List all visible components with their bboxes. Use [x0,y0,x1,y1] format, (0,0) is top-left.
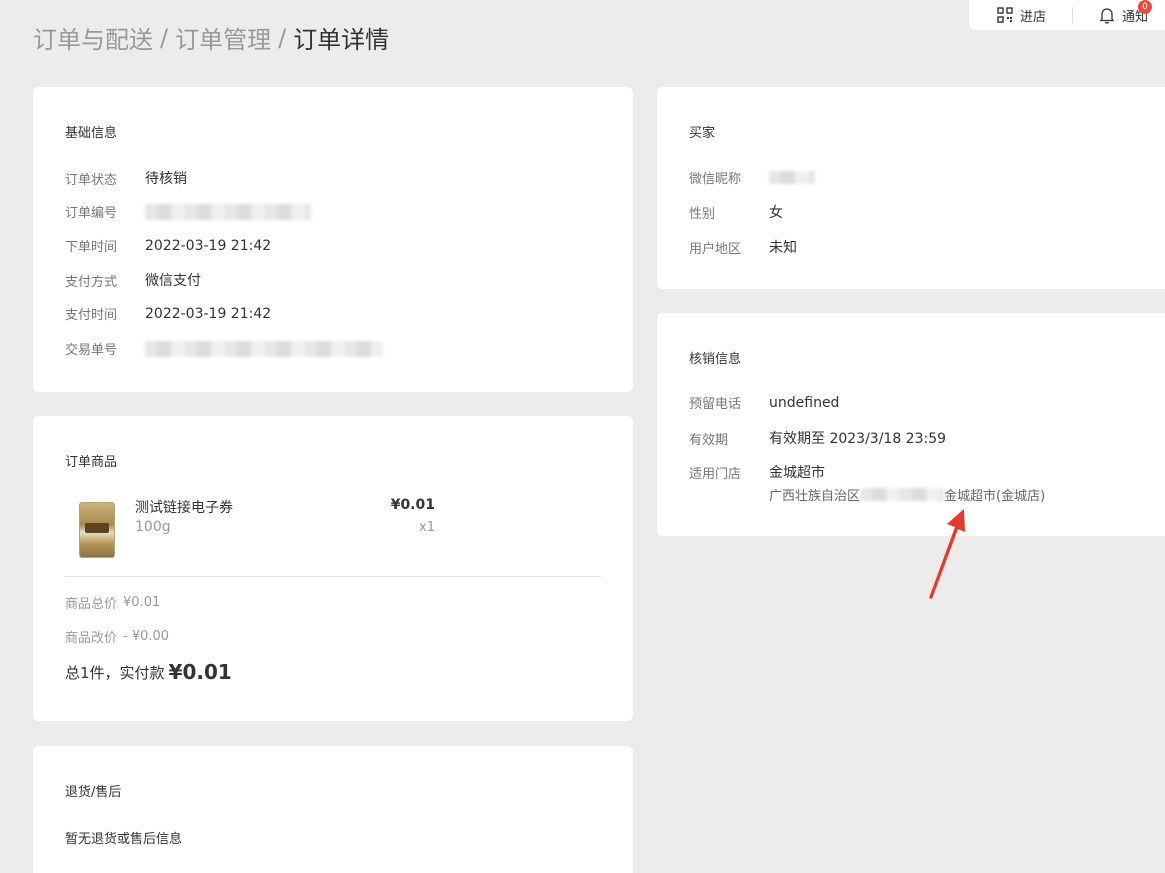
breadcrumb-separator: / [160,23,169,52]
subtotal-value: ¥0.01 [123,595,161,610]
product-quantity: x1 [419,520,435,535]
payment-method-value: 微信支付 [145,273,201,289]
applicable-store-name: 金城超市 [769,465,825,481]
store-address-row: 广西壮族自治区 金城超市(金城店) [769,485,1045,504]
notify-badge: 0 [1138,0,1153,14]
product-spec: 100g [135,519,171,535]
qrcode-icon [997,7,1013,23]
order-number-row: 订单编号 [65,202,311,221]
transaction-number-row: 交易单号 [65,339,383,358]
payment-method-label: 支付方式 [65,274,118,290]
order-goods-card: 订单商品 测试链接电子券 100g ¥0.01 x1 商品总价 ¥0.01 商品… [33,416,633,721]
wechat-nickname-label: 微信昵称 [689,172,742,187]
user-region-row: 用户地区 未知 [689,237,797,257]
product-thumbnail[interactable] [79,502,115,558]
expiry-label: 有效期 [689,432,729,448]
buyer-title: 买家 [689,126,716,141]
price-adjust-value: - ¥0.00 [123,629,170,644]
notify-button[interactable]: 通知 0 [1099,0,1153,25]
order-number-redacted [145,203,311,220]
after-sale-title: 退货/售后 [65,785,122,800]
total-paid-row: 总1件，实付款 ¥0.01 [65,660,232,684]
store-address-suffix: 金城超市(金城店) [944,489,1046,504]
user-region-label: 用户地区 [689,241,742,257]
expiry-row: 有效期 有效期至 2023/3/18 23:59 [689,428,946,448]
reserved-phone-value: undefined [769,394,840,411]
gender-label: 性别 [689,206,716,222]
price-adjust-label: 商品改价 [65,631,118,646]
after-sale-empty: 暂无退货或售后信息 [65,832,183,847]
price-adjust-row: 商品改价 - ¥0.00 [65,627,169,646]
user-region-value: 未知 [769,240,797,256]
store-address-redacted [860,488,945,501]
breadcrumb: 订单与配送 / 订单管理 / 订单详情 [33,20,389,55]
transaction-number-redacted [145,340,383,357]
order-status-label: 订单状态 [65,172,118,188]
basic-info-title: 基础信息 [65,126,118,141]
payment-time-value: 2022-03-19 21:42 [145,305,272,322]
page-title: 订单详情 [293,26,390,54]
payment-time-label: 支付时间 [65,308,118,323]
subtotal-row: 商品总价 ¥0.01 [65,593,160,612]
order-status-value: 待核销 [145,171,187,187]
gender-row: 性别 女 [689,202,783,222]
product-name[interactable]: 测试链接电子券 [135,497,233,517]
order-time-value: 2022-03-19 21:42 [145,237,272,254]
applicable-store-row: 适用门店 金城超市 [689,462,825,482]
order-status-row: 订单状态 待核销 [65,168,187,188]
order-number-label: 订单编号 [65,206,118,221]
gender-value: 女 [769,205,783,221]
reserved-phone-label: 预留电话 [689,397,742,412]
topbar-divider [1072,7,1074,23]
product-price: ¥0.01 [390,497,435,513]
after-sale-card: 退货/售后 暂无退货或售后信息 [33,746,633,873]
store-address-prefix: 广西壮族自治区 [769,489,861,504]
top-toolbar: 进店 通知 0 [969,0,1165,30]
total-paid-value: ¥0.01 [168,660,232,684]
payment-method-row: 支付方式 微信支付 [65,270,201,290]
payment-time-row: 支付时间 2022-03-19 21:42 [65,304,272,324]
transaction-number-label: 交易单号 [65,343,118,358]
buyer-card: 买家 微信昵称 性别 女 用户地区 未知 [657,87,1165,289]
bell-icon [1099,7,1115,24]
enter-store-label: 进店 [1020,9,1047,25]
subtotal-label: 商品总价 [65,597,118,612]
enter-store-button[interactable]: 进店 [997,6,1046,25]
wechat-nickname-row: 微信昵称 [689,168,815,187]
verify-info-card: 核销信息 预留电话 undefined 有效期 有效期至 2023/3/18 2… [657,313,1165,536]
order-time-row: 下单时间 2022-03-19 21:42 [65,236,272,256]
order-time-label: 下单时间 [65,240,118,255]
wechat-nickname-redacted [769,171,815,184]
verify-info-title: 核销信息 [689,352,742,367]
breadcrumb-orders-delivery[interactable]: 订单与配送 [33,20,153,55]
reserved-phone-row: 预留电话 undefined [689,393,840,413]
total-paid-label: 总1件，实付款 [65,663,165,682]
goods-divider [65,576,601,577]
expiry-value: 有效期至 2023/3/18 23:59 [769,431,947,447]
breadcrumb-order-management[interactable]: 订单管理 [175,20,271,55]
basic-info-card: 基础信息 订单状态 待核销 订单编号 下单时间 2022-03-19 21:42… [33,87,633,392]
order-goods-title: 订单商品 [65,455,118,470]
applicable-store-label: 适用门店 [689,466,742,482]
breadcrumb-separator: / [278,23,287,52]
